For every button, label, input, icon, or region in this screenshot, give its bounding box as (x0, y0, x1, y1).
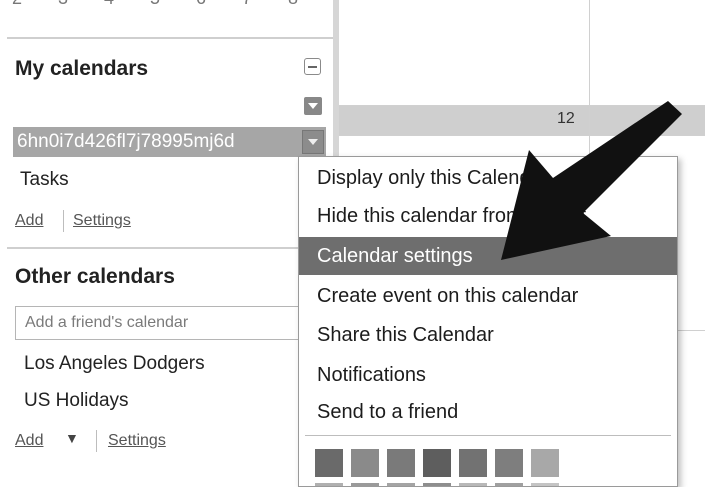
calendar-item-us-holidays[interactable]: US Holidays (24, 390, 129, 412)
section-divider (7, 247, 333, 249)
menu-item-hide-calendar[interactable]: Hide this calendar from the list (299, 197, 677, 235)
calendar-item-tasks[interactable]: Tasks (20, 169, 69, 191)
section-divider (7, 37, 333, 39)
grid-row-line (339, 105, 705, 106)
color-swatch[interactable] (459, 449, 487, 477)
mini-cal-day[interactable]: 7 (242, 0, 252, 9)
mini-cal-day[interactable]: 3 (58, 0, 68, 9)
calendar-context-menu: Display only this Calendar Hide this cal… (298, 156, 678, 487)
color-swatch[interactable] (495, 449, 523, 477)
link-divider (63, 210, 64, 232)
color-swatch[interactable] (351, 449, 379, 477)
mini-cal-day[interactable]: 8 (288, 0, 298, 9)
other-calendars-settings-link[interactable]: Settings (108, 432, 166, 450)
calendar-name: 6hn0i7d426fl7j78995mj6d (17, 131, 235, 152)
collapse-my-calendars-button[interactable] (304, 58, 321, 75)
add-calendar-link[interactable]: Add (15, 212, 43, 230)
add-dropdown-arrow-icon[interactable]: ▼ (65, 430, 79, 446)
color-swatch[interactable] (351, 483, 379, 486)
calendar-item-dodgers[interactable]: Los Angeles Dodgers (24, 353, 205, 375)
mini-cal-day[interactable]: 4 (104, 0, 114, 9)
color-swatch[interactable] (423, 483, 451, 486)
other-calendars-title[interactable]: Other calendars (15, 265, 175, 289)
color-swatch[interactable] (423, 449, 451, 477)
my-calendars-title[interactable]: My calendars (15, 57, 148, 81)
mini-cal-day[interactable]: 5 (150, 0, 160, 9)
calendar-item-selected[interactable]: 6hn0i7d426fl7j78995mj6d (13, 127, 326, 157)
link-divider (96, 430, 97, 452)
color-swatch[interactable] (495, 483, 523, 486)
color-swatch[interactable] (315, 483, 343, 486)
color-swatch[interactable] (387, 483, 415, 486)
menu-item-send-to-friend[interactable]: Send to a friend (299, 393, 677, 431)
my-calendars-settings-link[interactable]: Settings (73, 212, 131, 230)
menu-item-display-only[interactable]: Display only this Calendar (299, 159, 677, 197)
menu-item-share-calendar[interactable]: Share this Calendar (299, 316, 677, 354)
color-swatch[interactable] (531, 449, 559, 477)
mini-calendar-row: 2 3 4 5 6 7 8 (0, 0, 333, 20)
day-header-band (339, 105, 705, 135)
color-swatch[interactable] (459, 483, 487, 486)
mini-cal-day[interactable]: 6 (196, 0, 206, 9)
menu-item-calendar-settings[interactable]: Calendar settings (299, 237, 677, 275)
menu-divider (305, 435, 671, 436)
day-number[interactable]: 12 (557, 110, 575, 128)
grid-row-line (339, 135, 705, 136)
add-friend-calendar-input[interactable] (15, 306, 317, 340)
color-swatch[interactable] (315, 449, 343, 477)
add-other-calendar-link[interactable]: Add (15, 432, 43, 450)
calendar-sidebar: 2 3 4 5 6 7 8 My calendars 6hn0i7d426fl7… (0, 0, 333, 487)
color-swatch[interactable] (387, 449, 415, 477)
menu-item-notifications[interactable]: Notifications (299, 356, 677, 394)
color-swatch[interactable] (531, 483, 559, 486)
my-calendars-dropdown-icon[interactable] (304, 97, 322, 115)
calendar-menu-dropdown-icon[interactable] (302, 130, 324, 154)
menu-item-create-event[interactable]: Create event on this calendar (299, 277, 677, 315)
mini-cal-day[interactable]: 2 (12, 0, 22, 9)
